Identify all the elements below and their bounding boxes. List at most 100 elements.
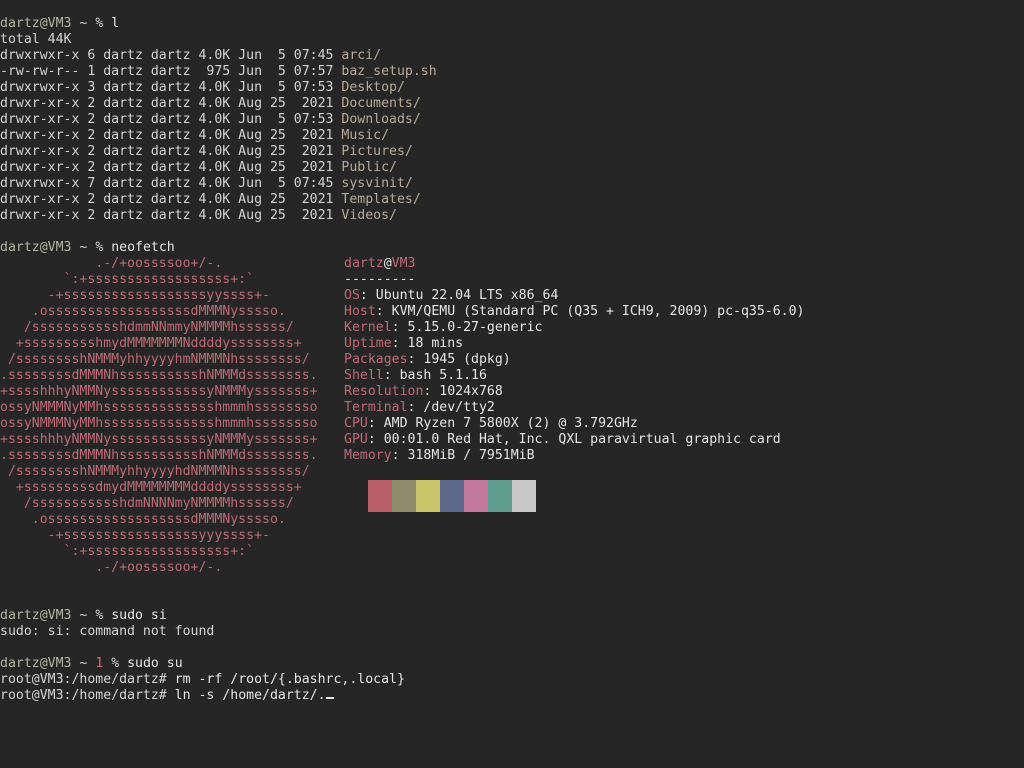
ls-row-meta: -rw-rw-r-- 1 dartz dartz 975 Jun 5 07:57 xyxy=(0,64,342,79)
ls-row-meta: drwxrwxr-x 6 dartz dartz 4.0K Jun 5 07:4… xyxy=(0,48,342,63)
root-prompt-line[interactable]: root@VM3:/home/dartz# ln -s /home/dartz/… xyxy=(0,688,334,704)
prompt-tilde: ~ xyxy=(71,656,88,671)
command-text: rm -rf /root/{.bashrc,.local} xyxy=(174,672,405,687)
logo-line: ossyNMMMNyMMhsssssssssssssshmmmhssssssso xyxy=(0,416,318,431)
logo-line: .ossssssssssssssssssdMMMNysssso. xyxy=(0,512,286,527)
prompt-percent: % xyxy=(111,656,128,671)
prompt-tilde: ~ xyxy=(71,608,88,623)
info-value: : 1024x768 xyxy=(423,384,503,399)
info-value: : AMD Ryzen 7 5800X (2) @ 3.792GHz xyxy=(367,416,638,431)
command-text: neofetch xyxy=(111,240,175,255)
info-key: Resolution xyxy=(344,384,424,399)
color-swatch xyxy=(440,480,464,512)
terminal-screen[interactable]: dartz@VM3 ~ % l total 44K drwxrwxr-x 6 d… xyxy=(0,0,1024,768)
prompt-line: dartz@VM3 ~ % l xyxy=(0,16,119,32)
root-prompt-line: root@VM3:/home/dartz# rm -rf /root/{.bas… xyxy=(0,672,405,688)
prompt-tilde: ~ xyxy=(71,16,88,31)
info-row: CPU: AMD Ryzen 7 5800X (2) @ 3.792GHz xyxy=(344,416,638,432)
info-row: OS: Ubuntu 22.04 LTS x86_64 xyxy=(344,288,558,304)
info-key: Terminal xyxy=(344,400,408,415)
command-text: sudo su xyxy=(127,656,183,671)
ls-row-name: Videos/ xyxy=(341,208,397,223)
logo-line: /ssssssssssshdmNNNNmyNMMMMhssssss/ xyxy=(0,496,294,511)
info-key: Kernel xyxy=(344,320,392,335)
ls-row-meta: drwxrwxr-x 7 dartz dartz 4.0K Jun 5 07:4… xyxy=(0,176,342,191)
info-row: Uptime: 18 mins xyxy=(344,336,463,352)
info-title-host: VM3 xyxy=(391,256,416,271)
logo-line: .ssssssssdMMMNhsssssssssshNMMMdssssssss. xyxy=(0,448,318,463)
prompt-percent: % xyxy=(87,608,112,623)
info-value: : 00:01.0 Red Hat, Inc. QXL paravirtual … xyxy=(367,432,781,447)
ls-row: drwxr-xr-x 2 dartz dartz 4.0K Aug 25 202… xyxy=(0,160,397,176)
logo-line: /ssssssssssshdmmNNmmyNMMMMhssssss/ xyxy=(0,320,294,335)
ls-row: drwxr-xr-x 2 dartz dartz 4.0K Aug 25 202… xyxy=(0,192,421,208)
info-value: : 18 mins xyxy=(391,336,464,351)
logo-line: .-/+oossssoo+/-. xyxy=(0,560,223,575)
logo-line: .-/+oossssoo+/-. xyxy=(0,256,223,271)
info-title-user: dartz xyxy=(344,256,384,271)
prompt-user: dartz xyxy=(0,656,40,671)
ls-row: drwxr-xr-x 2 dartz dartz 4.0K Jun 5 07:5… xyxy=(0,112,421,128)
logo-line: /sssssssshNMMMyhhyyyyhmNMMMNhssssssss/ xyxy=(0,352,310,367)
color-palette xyxy=(368,480,536,512)
info-row: Memory: 318MiB / 7951MiB xyxy=(344,448,535,464)
info-row: Terminal: /dev/tty2 xyxy=(344,400,495,416)
prompt-at: @ xyxy=(39,608,48,623)
ls-row: drwxr-xr-x 2 dartz dartz 4.0K Aug 25 202… xyxy=(0,96,421,112)
ls-row-name: baz_setup.sh xyxy=(341,64,437,79)
logo-line: `:+ssssssssssssssssss+:` xyxy=(0,272,255,287)
prompt-host: VM3 xyxy=(47,656,72,671)
prompt-percent: % xyxy=(87,240,112,255)
ls-total: total 44K xyxy=(0,32,72,47)
info-separator: --------- xyxy=(344,272,416,287)
prompt-line: dartz@VM3 ~ % neofetch xyxy=(0,240,175,256)
info-value: : KVM/QEMU (Standard PC (Q35 + ICH9, 200… xyxy=(375,304,805,319)
command-input[interactable]: ln -s /home/dartz/. xyxy=(175,688,326,703)
ls-row-name: arci/ xyxy=(341,48,382,63)
ls-row: drwxrwxr-x 7 dartz dartz 4.0K Jun 5 07:4… xyxy=(0,176,413,192)
info-key: GPU xyxy=(344,432,368,447)
ls-row: -rw-rw-r-- 1 dartz dartz 975 Jun 5 07:57… xyxy=(0,64,437,80)
logo-line: /sssssssshNMMMyhhyyyyhdNMMMNhssssssss/ xyxy=(0,464,310,479)
prompt-tilde: ~ xyxy=(71,240,88,255)
info-value: : bash 5.1.16 xyxy=(383,368,487,383)
logo-line: ossyNMMMNyMMhsssssssssssssshmmmhssssssso xyxy=(0,400,318,415)
ls-row-name: Downloads/ xyxy=(341,112,421,127)
prompt-exit-code: 1 xyxy=(87,656,112,671)
info-row: Kernel: 5.15.0-27-generic xyxy=(344,320,543,336)
info-key: CPU xyxy=(344,416,368,431)
info-title-at: @ xyxy=(383,256,392,271)
text-cursor xyxy=(325,697,334,699)
prompt-host: VM3 xyxy=(47,608,72,623)
ls-row-name: sysvinit/ xyxy=(341,176,413,191)
ls-row-name: Pictures/ xyxy=(341,144,413,159)
prompt-percent: % xyxy=(87,16,112,31)
ls-row-meta: drwxr-xr-x 2 dartz dartz 4.0K Aug 25 202… xyxy=(0,160,342,175)
color-swatch xyxy=(368,480,392,512)
ls-row-meta: drwxr-xr-x 2 dartz dartz 4.0K Aug 25 202… xyxy=(0,192,342,207)
ls-row-meta: drwxr-xr-x 2 dartz dartz 4.0K Aug 25 202… xyxy=(0,144,342,159)
prompt-line: dartz@VM3 ~ % sudo si xyxy=(0,608,167,624)
prompt-at: @ xyxy=(39,240,48,255)
ls-row-name: Templates/ xyxy=(341,192,421,207)
logo-line: -+ssssssssssssssssssyyssss+- xyxy=(0,288,270,303)
ls-row: drwxrwxr-x 3 dartz dartz 4.0K Jun 5 07:5… xyxy=(0,80,405,96)
info-key: Packages xyxy=(344,352,408,367)
ls-row-meta: drwxrwxr-x 3 dartz dartz 4.0K Jun 5 07:5… xyxy=(0,80,342,95)
color-swatch xyxy=(464,480,488,512)
logo-line: .ssssssssdMMMNhsssssssssshNMMMdssssssss. xyxy=(0,368,318,383)
logo-line: `:+ssssssssssssssssss+:` xyxy=(0,544,255,559)
info-key: OS xyxy=(344,288,360,303)
info-row: Resolution: 1024x768 xyxy=(344,384,503,400)
logo-line: -+sssssssssssssssssyyyssss+- xyxy=(0,528,270,543)
root-prompt: root@VM3:/home/dartz# xyxy=(0,688,175,703)
logo-line: +ssssssssshmydMMMMMMMNddddyssssssss+ xyxy=(0,336,302,351)
color-swatch xyxy=(392,480,416,512)
ls-row: drwxrwxr-x 6 dartz dartz 4.0K Jun 5 07:4… xyxy=(0,48,381,64)
logo-line: +sssshhhyNMMNyssssssssssssyNMMMysssssss+ xyxy=(0,384,318,399)
root-prompt: root@VM3:/home/dartz# xyxy=(0,672,175,687)
info-value: : Ubuntu 22.04 LTS x86_64 xyxy=(359,288,559,303)
ls-row: drwxr-xr-x 2 dartz dartz 4.0K Aug 25 202… xyxy=(0,128,389,144)
command-text: sudo si xyxy=(111,608,167,623)
info-title: dartz@VM3 xyxy=(344,256,415,272)
